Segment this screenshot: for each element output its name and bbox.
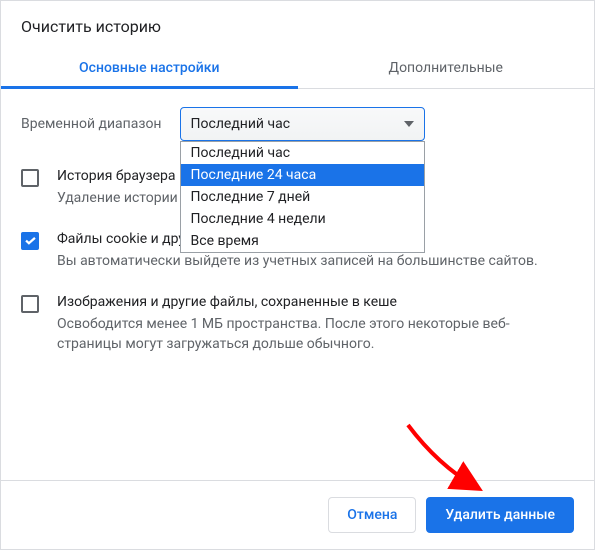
tab-advanced[interactable]: Дополнительные [298,46,595,88]
time-range-select-wrap: Последний час Последний час Последние 24… [180,107,425,141]
time-range-select[interactable]: Последний час [180,107,425,141]
cache-title: Изображения и другие файлы, сохраненные … [57,293,574,313]
time-range-row: Временной диапазон Последний час Последн… [21,107,574,141]
cookies-desc: Вы автоматически выйдете из учетных запи… [57,252,538,272]
clear-history-dialog: Очистить историю Основные настройки Допо… [0,0,595,550]
dialog-content: Временной диапазон Последний час Последн… [1,89,594,480]
dialog-footer: Отмена Удалить данные [1,480,594,549]
cache-row: Изображения и другие файлы, сохраненные … [21,293,574,354]
option-last-hour[interactable]: Последний час [181,142,424,164]
tab-basic[interactable]: Основные настройки [1,46,298,88]
clear-data-button[interactable]: Удалить данные [426,497,574,533]
time-range-dropdown: Последний час Последние 24 часа Последни… [180,141,425,253]
check-icon [25,237,36,245]
dialog-title: Очистить историю [1,1,594,46]
option-last-4w[interactable]: Последние 4 недели [181,208,424,230]
option-last-24h[interactable]: Последние 24 часа [181,164,424,186]
time-range-selected-value: Последний час [191,116,291,132]
cache-text: Изображения и другие файлы, сохраненные … [57,293,574,354]
cancel-button[interactable]: Отмена [328,497,416,533]
cache-desc: Освободится менее 1 МБ пространства. Пос… [57,315,574,354]
option-last-7d[interactable]: Последние 7 дней [181,186,424,208]
tabs: Основные настройки Дополнительные [1,46,594,89]
time-range-label: Временной диапазон [21,116,162,132]
chevron-down-icon [404,121,414,127]
option-all-time[interactable]: Все время [181,230,424,252]
history-checkbox[interactable] [21,169,39,187]
cache-checkbox[interactable] [21,295,39,313]
cookies-checkbox[interactable] [21,232,39,250]
